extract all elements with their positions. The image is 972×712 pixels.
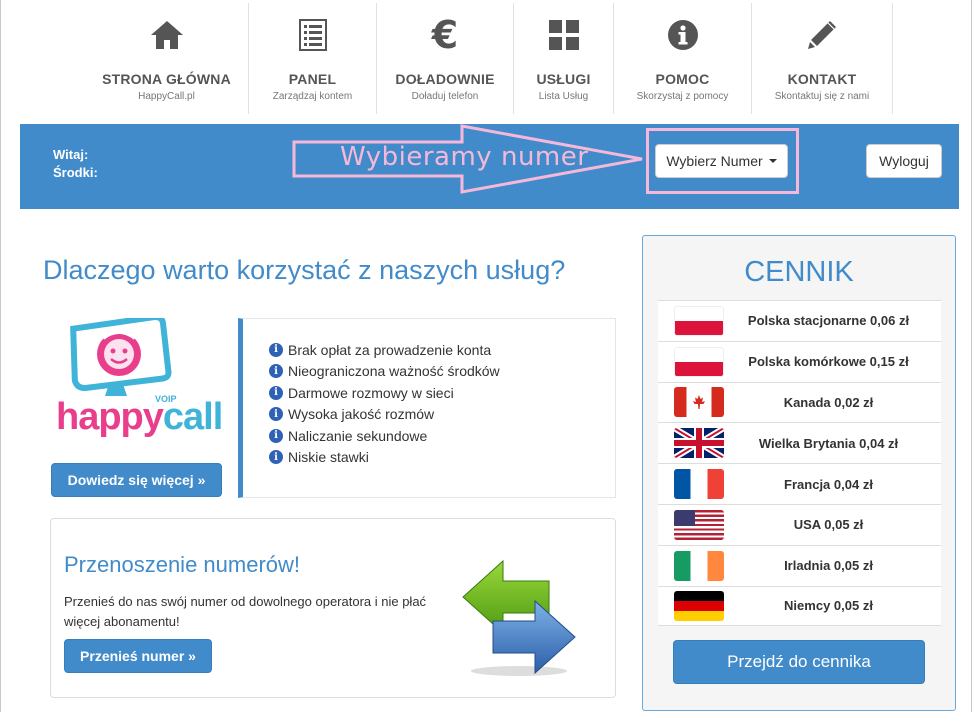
transfer-arrows-icon [462,559,576,676]
logo-part-call: call [162,396,223,438]
nav-subtitle: HappyCall.pl [138,91,195,102]
feature-item: i Naliczanie sekundowe [269,425,500,447]
nav-title: PANEL [288,71,337,87]
feature-text: Nieograniczona ważność środków [288,363,500,380]
caret-down-icon [768,159,777,163]
price-row: Kanada 0,02 zł [658,381,941,423]
home-icon [149,17,185,53]
uk-flag-icon [674,428,724,459]
grid-icon [546,17,582,53]
porting-title: Przenoszenie numerów! [64,552,301,577]
feature-text: Brak opłat za prowadzenie konta [288,341,492,358]
greeting-label: Witaj: [53,147,89,162]
price-label: Polska stacjonarne 0,06 zł [747,313,910,329]
nav-subtitle: Lista Usług [538,91,589,102]
nav-home[interactable]: STRONA GŁÓWNA HappyCall.pl [85,3,249,114]
page-headline: Dlaczego warto korzystać z naszych usług… [43,255,566,285]
annotation-text: Wybieramy numer [340,142,589,172]
info-icon [665,17,701,53]
info-icon: i [269,364,283,379]
feature-item: i Nieograniczona ważność środków [269,361,500,383]
nav-contact[interactable]: KONTAKT Skontaktuj się z nami [752,3,893,114]
euro-icon: € [431,13,459,57]
user-bar: Witaj: Środki: Wybieramy numer Wybierz N… [20,124,959,209]
info-icon: i [269,407,283,422]
price-label: Irladnia 0,05 zł [784,558,873,574]
price-label: Francja 0,04 zł [784,476,873,492]
price-list: Polska stacjonarne 0,06 zł Polska komórk… [658,300,941,627]
price-label: Wielka Brytania 0,04 zł [758,435,899,451]
nav-subtitle: Doładuj telefon [411,91,479,102]
features-list: i Brak opłat za prowadzenie konta i Nieogr… [269,339,500,468]
list-icon [295,17,331,53]
logo-part-happy: happy [56,396,164,438]
nav-title: POMOC [655,71,710,87]
poland-flag-icon [674,346,724,377]
ireland-flag-icon [674,550,724,581]
price-label: Polska komórkowe 0,15 zł [748,354,909,370]
feature-item: i Wysoka jakość rozmów [269,404,500,426]
nav-subtitle: Zarządzaj kontem [272,91,353,102]
nav-subtitle: Skontaktuj się z nami [774,91,870,102]
nav-title: KONTAKT [787,71,857,87]
feature-item: i Niskie stawki [269,447,500,469]
porting-text: Przenieś do nas swój numer od dowolnego … [64,594,427,629]
price-list-title: CENNIK [744,256,854,288]
canada-flag-icon [674,387,724,418]
go-to-pricing-button[interactable]: Przejdź do cennika [673,640,925,684]
poland-flag-icon [674,305,724,336]
feature-item: i Darmowe rozmowy w sieci [269,382,500,404]
price-row: Wielka Brytania 0,04 zł [658,422,941,464]
feature-text: Wysoka jakość rozmów [288,406,435,423]
price-row: USA 0,05 zł [658,503,941,545]
feature-text: Naliczanie sekundowe [288,427,428,444]
feature-text: Niskie stawki [288,449,369,466]
info-icon: i [269,428,283,443]
happycall-logo: VOIP happycall [53,318,223,448]
price-label: USA 0,05 zł [793,517,864,533]
nav-title: DOŁADOWNIE [395,71,495,87]
price-row: Francja 0,04 zł [658,463,941,504]
usa-flag-icon [674,509,724,540]
price-label: Kanada 0,02 zł [783,394,874,410]
nav-subtitle: Skorzystaj z pomocy [636,91,729,102]
info-icon: i [269,385,283,400]
nav-title: STRONA GŁÓWNA [102,71,231,87]
price-row: Irladnia 0,05 zł [658,544,941,586]
features-panel: i Brak opłat za prowadzenie konta i Nieogr… [238,318,616,498]
nav-panel[interactable]: PANEL Zarządzaj kontem [249,3,377,114]
price-row: Polska komórkowe 0,15 zł [658,340,941,382]
port-number-button[interactable]: Przenieś numer » [64,639,212,673]
select-number-dropdown[interactable]: Wybierz Numer [655,144,788,178]
price-row: Polska stacjonarne 0,06 zł [658,300,941,341]
france-flag-icon [674,469,724,500]
info-icon: i [269,450,283,465]
feature-item: i Brak opłat za prowadzenie konta [269,339,500,361]
pencil-icon [804,17,840,53]
info-icon: i [269,342,283,357]
price-list-panel: CENNIK Polska stacjonarne 0,06 zł Polska… [642,235,956,711]
logo-wordmark: happycall [56,396,223,439]
user-info: Witaj: Środki: [53,146,98,182]
select-number-label: Wybierz Numer [666,153,763,169]
nav-help[interactable]: POMOC Skorzystaj z pomocy [614,3,752,114]
feature-text: Darmowe rozmowy w sieci [288,384,454,401]
nav-topup[interactable]: € DOŁADOWNIE Doładuj telefon [377,3,514,114]
germany-flag-icon [674,590,724,621]
funds-label: Środki: [53,165,98,180]
price-label: Niemcy 0,05 zł [784,598,873,614]
nav-services[interactable]: USŁUGI Lista Usług [514,3,614,114]
logout-button[interactable]: Wyloguj [866,144,942,178]
price-row: Niemcy 0,05 zł [658,585,941,627]
nav-title: USŁUGI [536,71,591,87]
top-navigation: STRONA GŁÓWNA HappyCall.pl PANEL Zarządz… [85,3,893,114]
learn-more-button[interactable]: Dowiedz się więcej » [51,463,222,497]
monitor-phone-icon [70,318,172,396]
